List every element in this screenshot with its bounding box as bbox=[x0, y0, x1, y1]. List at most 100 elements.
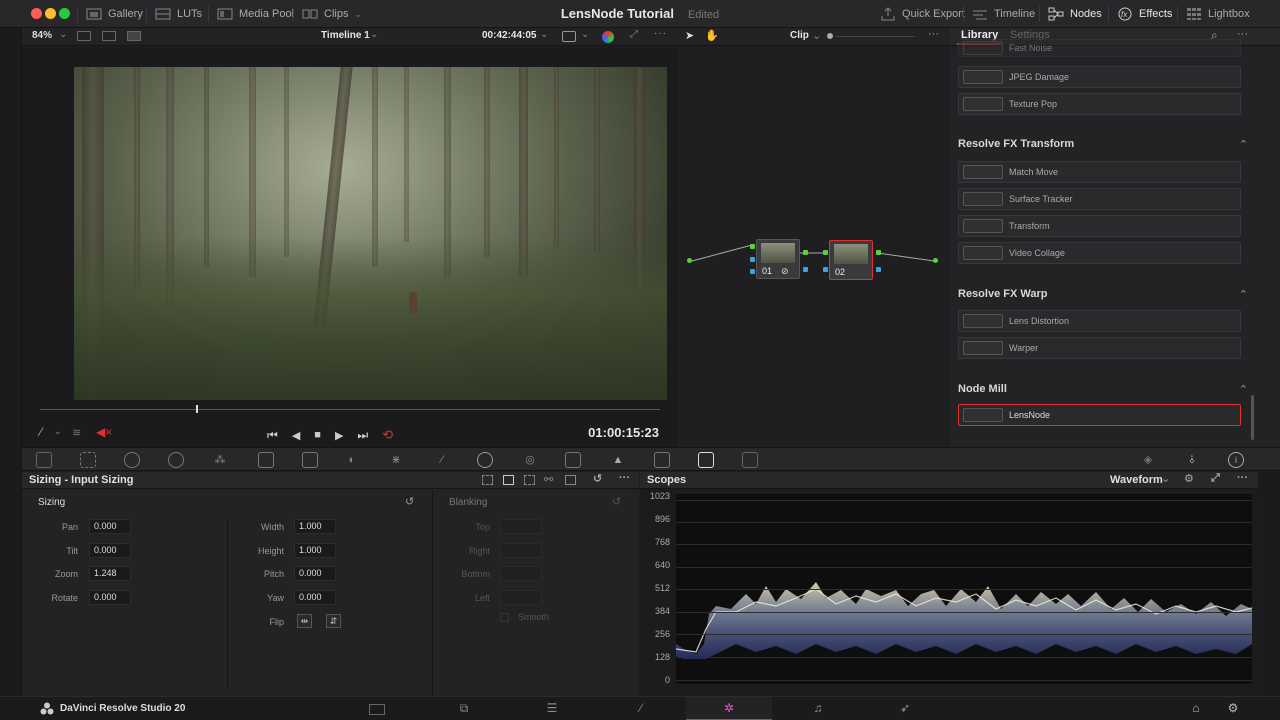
stop-icon[interactable]: ■ bbox=[314, 429, 321, 441]
node-input-dot[interactable] bbox=[823, 250, 828, 255]
effect-item[interactable]: Match Move bbox=[958, 161, 1241, 183]
width-field[interactable]: 1.000 bbox=[294, 519, 336, 534]
media-pool-button[interactable]: Media Pool bbox=[217, 0, 294, 28]
node-sizing-icon[interactable] bbox=[524, 475, 535, 485]
more-options-icon[interactable]: ··· bbox=[654, 28, 667, 39]
pointer-tool-icon[interactable]: ➤ bbox=[685, 29, 694, 42]
cut-page-icon[interactable]: ⧉ bbox=[456, 701, 472, 717]
node-input-dot[interactable] bbox=[750, 269, 755, 274]
node-02[interactable]: 02 bbox=[829, 240, 873, 280]
color-page-icon[interactable]: ✲ bbox=[721, 701, 737, 717]
lightbox-button[interactable]: Lightbox bbox=[1186, 0, 1250, 28]
effect-item[interactable]: Warper bbox=[958, 337, 1241, 359]
qualifier-icon[interactable]: ⋇ bbox=[388, 452, 404, 468]
window-icon[interactable] bbox=[477, 452, 493, 468]
fairlight-page-icon[interactable]: ♫ bbox=[810, 701, 826, 717]
go-to-end-icon[interactable]: ⏭ bbox=[357, 428, 368, 443]
compare-view-icon[interactable] bbox=[127, 31, 141, 41]
chevron-down-icon[interactable]: ⌄ bbox=[812, 29, 821, 42]
pitch-field[interactable]: 0.000 bbox=[294, 566, 336, 581]
effect-item[interactable]: Lens Distortion bbox=[958, 310, 1241, 332]
nodes-toggle-button[interactable]: Nodes bbox=[1048, 0, 1102, 28]
source-timecode[interactable]: 00:42:44:05 bbox=[482, 30, 536, 41]
zoom-window-button[interactable] bbox=[59, 8, 70, 19]
split-view-icon[interactable] bbox=[102, 31, 116, 41]
node-output-dot[interactable] bbox=[803, 250, 808, 255]
hand-tool-icon[interactable]: ✋ bbox=[705, 29, 719, 42]
node-input-dot[interactable] bbox=[750, 257, 755, 262]
node-output-dot[interactable] bbox=[803, 267, 808, 272]
rgb-mixer-icon[interactable]: ⁂ bbox=[212, 452, 228, 468]
go-to-start-icon[interactable]: ⏮ bbox=[267, 428, 278, 443]
effect-item[interactable]: JPEG Damage bbox=[958, 66, 1241, 88]
flip-vertical-button[interactable]: ⇵ bbox=[326, 614, 341, 628]
height-field[interactable]: 1.000 bbox=[294, 543, 336, 558]
scope-settings-icon[interactable]: ⚙ bbox=[1184, 472, 1194, 485]
deliver-page-icon[interactable]: ➶ bbox=[897, 701, 913, 717]
reference-sizing-icon[interactable]: ⚯ bbox=[544, 473, 553, 486]
output-dot[interactable] bbox=[933, 258, 938, 263]
effect-item[interactable]: Transform bbox=[958, 215, 1241, 237]
reset-icon[interactable]: ↺ bbox=[405, 495, 414, 508]
chevron-up-icon[interactable]: ⌃ bbox=[1239, 383, 1248, 396]
effects-toggle-button[interactable]: fx Effects bbox=[1117, 0, 1172, 28]
node-output-dot[interactable] bbox=[876, 250, 881, 255]
play-icon[interactable]: ▶ bbox=[335, 429, 343, 442]
info-icon[interactable]: i bbox=[1228, 452, 1244, 468]
edit-page-icon[interactable]: ☰ bbox=[544, 701, 560, 717]
zoom-slider[interactable] bbox=[835, 36, 915, 37]
rotate-field[interactable]: 0.000 bbox=[89, 590, 131, 605]
curves-icon[interactable] bbox=[302, 452, 318, 468]
effect-item-lensnode[interactable]: LensNode bbox=[958, 404, 1241, 426]
3d-icon[interactable] bbox=[742, 452, 758, 468]
source-input-dot[interactable] bbox=[687, 258, 692, 263]
chevron-down-icon[interactable]: ⌄ bbox=[54, 426, 62, 437]
loop-icon[interactable]: ⟲ bbox=[382, 427, 393, 443]
chevron-up-icon[interactable]: ⌃ bbox=[1239, 138, 1248, 151]
motion-effects-icon[interactable] bbox=[258, 452, 274, 468]
mute-icon[interactable]: ◀× bbox=[96, 425, 112, 439]
node-input-dot[interactable] bbox=[823, 267, 828, 272]
color-match-icon[interactable] bbox=[80, 452, 96, 468]
effect-item[interactable]: Video Collage bbox=[958, 242, 1241, 264]
sizing-icon[interactable] bbox=[698, 452, 714, 468]
quick-export-button[interactable]: Quick Export bbox=[880, 0, 965, 28]
color-warper-icon[interactable]: ◐ bbox=[344, 452, 360, 468]
expand-icon[interactable]: ⤢ bbox=[1211, 472, 1220, 485]
zoom-slider-handle[interactable] bbox=[827, 33, 833, 39]
chevron-down-icon[interactable]: ⌄ bbox=[581, 29, 589, 40]
effect-item[interactable]: Texture Pop bbox=[958, 93, 1241, 115]
scopes-icon[interactable]: ⫰ bbox=[1184, 452, 1200, 468]
close-window-button[interactable] bbox=[31, 8, 42, 19]
timeline-selector[interactable]: Timeline 1 bbox=[321, 30, 370, 41]
zoom-field[interactable]: 1.248 bbox=[89, 566, 131, 581]
qualifier-eyedropper-icon[interactable]: ⁄ bbox=[434, 452, 450, 468]
viewer-playhead[interactable] bbox=[196, 405, 198, 413]
more-options-icon[interactable]: ··· bbox=[928, 28, 939, 40]
hdr-wheels-icon[interactable] bbox=[168, 452, 184, 468]
section-resolve-fx-transform[interactable]: Resolve FX Transform ⌃ bbox=[958, 138, 1248, 151]
pan-field[interactable]: 0.000 bbox=[89, 519, 131, 534]
viewer-scrub-bar[interactable] bbox=[40, 409, 660, 410]
single-view-icon[interactable] bbox=[77, 31, 91, 41]
minimize-window-button[interactable] bbox=[45, 8, 56, 19]
tilt-field[interactable]: 0.000 bbox=[89, 543, 131, 558]
display-options-icon[interactable] bbox=[562, 31, 576, 42]
chevron-down-icon[interactable]: ⌄ bbox=[1161, 472, 1170, 485]
effect-item[interactable]: Surface Tracker bbox=[958, 188, 1241, 210]
more-options-icon[interactable]: ··· bbox=[1237, 472, 1248, 484]
effect-item[interactable]: Fast Noise bbox=[958, 39, 1241, 57]
layers-icon[interactable]: ≋ bbox=[72, 426, 81, 439]
node-01[interactable]: 01 ⊘ bbox=[756, 239, 800, 279]
magic-mask-icon[interactable] bbox=[565, 452, 581, 468]
camera-raw-icon[interactable] bbox=[36, 452, 52, 468]
node-input-dot[interactable] bbox=[750, 244, 755, 249]
viewer-zoom[interactable]: 84% bbox=[32, 30, 52, 41]
section-node-mill[interactable]: Node Mill ⌃ bbox=[958, 383, 1248, 396]
chevron-up-icon[interactable]: ⌃ bbox=[1239, 288, 1248, 301]
clips-button[interactable]: Clips ⌄ bbox=[302, 0, 362, 28]
output-sizing-icon[interactable] bbox=[482, 475, 493, 485]
media-page-icon[interactable] bbox=[369, 704, 385, 715]
section-resolve-fx-warp[interactable]: Resolve FX Warp ⌃ bbox=[958, 288, 1248, 301]
luts-button[interactable]: LUTs bbox=[155, 0, 202, 28]
